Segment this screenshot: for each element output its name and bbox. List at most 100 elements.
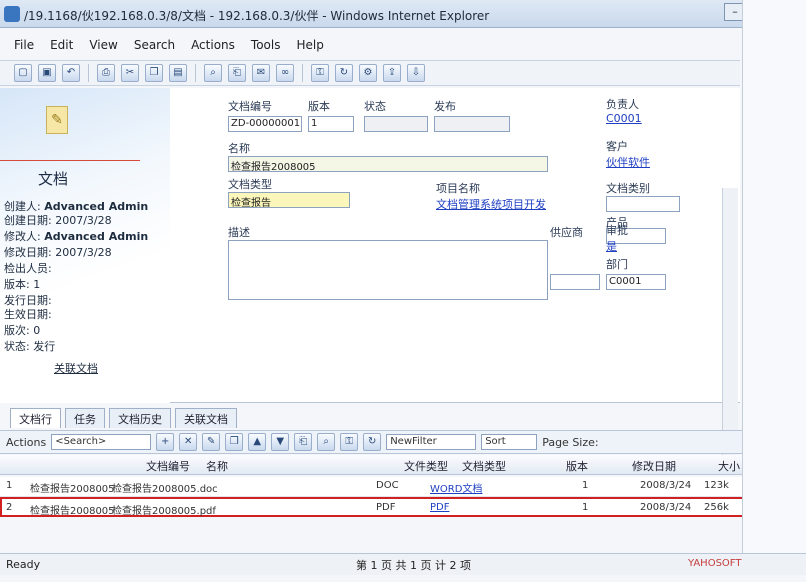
attach-file-icon[interactable]: ⎗ (294, 433, 313, 451)
settings-icon[interactable]: ⚙ (359, 64, 377, 82)
version-label: 版本 (308, 100, 330, 113)
title-bar: /19.1168/伙192.168.0.3/8/文档 - 192.168.0.3… (0, 0, 806, 28)
page-size-label: Page Size: (542, 435, 599, 449)
row-date: 2008/3/24 (640, 502, 692, 513)
info-row: 修改人: Advanced Admin (4, 230, 149, 243)
vendor-field[interactable] (550, 274, 600, 290)
column-header[interactable]: 文档类型 (462, 458, 506, 474)
attach-icon[interactable]: ⎗ (228, 64, 246, 82)
status-field[interactable] (364, 116, 428, 132)
status-label: 状态 (364, 100, 386, 113)
table-row-selected[interactable]: 2 检查报告2008005 检查报告2008005.pdf PDF PDF 1 … (0, 497, 760, 517)
owner-label: 负责人 (606, 98, 639, 111)
document-info-panel: ✎ 文档 创建人: Advanced Admin 创建日期: 2007/3/28… (0, 88, 170, 403)
print-icon[interactable]: ⎙ (97, 64, 115, 82)
adjacent-window-edge (742, 0, 806, 553)
new-row-icon[interactable]: + (156, 433, 175, 451)
move-up-icon[interactable]: ▲ (248, 433, 267, 451)
document-icon: ✎ (46, 106, 68, 134)
menu-actions[interactable]: Actions (185, 36, 241, 56)
delete-row-icon[interactable]: ✕ (179, 433, 198, 451)
info-row: 版本: 1 (4, 278, 41, 291)
doc-number-label: 文档编号 (228, 100, 272, 113)
copy-icon[interactable]: ❐ (145, 64, 163, 82)
lock-icon[interactable]: ⚿ (311, 64, 329, 82)
column-header[interactable]: 文件类型 (404, 458, 448, 474)
related-documents-link[interactable]: 关联文档 (54, 360, 98, 376)
tab-history[interactable]: 文档历史 (109, 408, 171, 428)
cut-icon[interactable]: ✂ (121, 64, 139, 82)
dept-label: 部门 (606, 258, 628, 271)
mail-icon[interactable]: ✉ (252, 64, 270, 82)
project-link[interactable]: 文档管理系统项目开发 (436, 196, 546, 212)
row-version: 1 (582, 502, 589, 513)
description-textarea[interactable] (228, 240, 548, 300)
doc-type-field[interactable]: 检查报告 (228, 192, 350, 208)
paste-icon[interactable]: ▤ (169, 64, 187, 82)
doc-class-label: 文档类别 (606, 182, 650, 195)
doc-number-field[interactable]: ZD-00000001 (228, 116, 302, 132)
filter-select[interactable]: NewFilter (386, 434, 477, 450)
dept-field[interactable]: C0001 (606, 274, 666, 290)
menu-view[interactable]: View (83, 36, 123, 56)
menu-edit[interactable]: Edit (44, 36, 79, 56)
watermark: YAHOSOFT (688, 558, 742, 569)
menu-file[interactable]: File (8, 36, 40, 56)
column-header[interactable]: 文档编号 (146, 458, 190, 474)
find-icon[interactable]: ⌕ (204, 64, 222, 82)
name-label: 名称 (228, 142, 250, 155)
copy-row-icon[interactable]: ❐ (225, 433, 244, 451)
grid-search-input[interactable]: <Search> (51, 434, 152, 450)
new-icon[interactable]: ▢ (14, 64, 32, 82)
document-form: ✎ 文档 创建人: Advanced Admin 创建日期: 2007/3/28… (0, 88, 740, 458)
review-link[interactable]: 是 (606, 238, 617, 254)
owner-link[interactable]: C0001 (606, 112, 642, 125)
customer-link[interactable]: 伙伴软件 (606, 154, 650, 170)
menu-tools[interactable]: Tools (245, 36, 287, 56)
menu-bar: File Edit View Search Actions Tools Help (0, 36, 740, 56)
status-bar: Ready 第 1 页 共 1 页 计 2 项 YAHOSOFT (0, 553, 806, 575)
edit-row-icon[interactable]: ✎ (202, 433, 221, 451)
name-field[interactable]: 检查报告2008005 (228, 156, 548, 172)
refresh-grid-icon[interactable]: ↻ (363, 433, 382, 451)
refresh-icon[interactable]: ↻ (335, 64, 353, 82)
menu-help[interactable]: Help (290, 36, 329, 56)
tab-tasks[interactable]: 任务 (65, 408, 105, 428)
panel-title: 文档 (38, 170, 69, 188)
checkout-icon[interactable]: ⚿ (340, 433, 359, 451)
info-row: 状态: 发行 (4, 340, 56, 353)
info-row: 版次: 0 (4, 324, 41, 337)
description-label: 描述 (228, 226, 250, 239)
column-header[interactable]: 大小 (718, 458, 740, 474)
doc-type-label: 文档类型 (228, 178, 272, 191)
info-row: 检出人员: (4, 262, 52, 275)
row-name: 检查报告2008005.doc (112, 484, 218, 495)
version-field[interactable]: 1 (308, 116, 354, 132)
table-row[interactable]: 1 检查报告2008005 检查报告2008005.doc DOC WORD文档… (0, 477, 760, 497)
row-doc-type-link[interactable]: WORD文档 (430, 480, 482, 495)
doc-class-field[interactable] (606, 196, 680, 212)
column-header[interactable]: 版本 (566, 458, 588, 474)
import-icon[interactable]: ⇩ (407, 64, 425, 82)
export-icon[interactable]: ⇪ (383, 64, 401, 82)
row-size: 256k (704, 502, 729, 513)
row-doc-type-link[interactable]: PDF (430, 502, 449, 513)
undo-icon[interactable]: ↶ (62, 64, 80, 82)
column-header[interactable]: 名称 (206, 458, 228, 474)
actions-menu[interactable]: Actions (6, 436, 46, 449)
tab-document-lines[interactable]: 文档行 (10, 408, 61, 428)
move-down-icon[interactable]: ▼ (271, 433, 290, 451)
row-number: 1 (6, 480, 13, 491)
link-icon[interactable]: ∞ (276, 64, 294, 82)
toolbar: ▢ ▣ ↶ ⎙ ✂ ❐ ▤ ⌕ ⎗ ✉ ∞ ⚿ ↻ ⚙ ⇪ ⇩ (0, 60, 740, 86)
form-scrollbar[interactable] (722, 188, 738, 458)
publish-field[interactable] (434, 116, 510, 132)
column-header[interactable]: 修改日期 (632, 458, 676, 474)
browser-window: /19.1168/伙192.168.0.3/8/文档 - 192.168.0.3… (0, 0, 806, 582)
tab-related[interactable]: 关联文档 (175, 408, 237, 428)
sort-select[interactable]: Sort (481, 434, 538, 450)
menu-search[interactable]: Search (128, 36, 181, 56)
save-icon[interactable]: ▣ (38, 64, 56, 82)
row-doc: 检查报告2008005 (30, 484, 115, 495)
view-file-icon[interactable]: ⌕ (317, 433, 336, 451)
